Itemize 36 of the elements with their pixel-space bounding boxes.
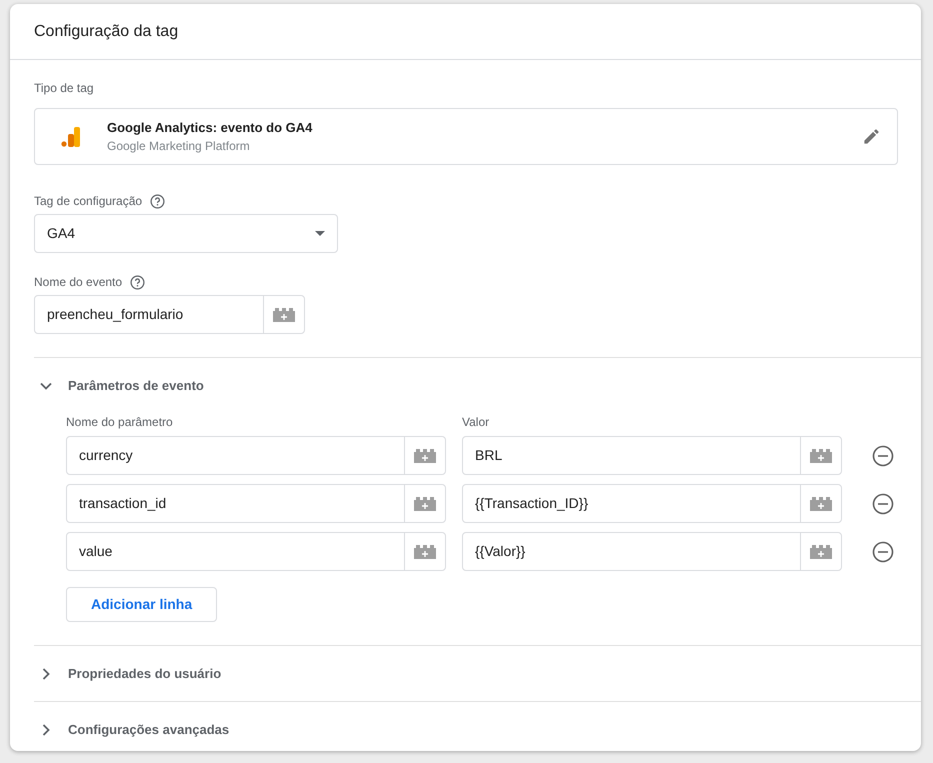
tag-vendor: Google Marketing Platform [107, 138, 251, 156]
section-header[interactable]: Parâmetros de evento [34, 358, 210, 413]
tag-type-card[interactable]: Google Analytics: evento do GA4 Google Marketing Platform [34, 108, 898, 165]
field-label: Tipo de tag [34, 80, 94, 97]
chevron-icon [40, 668, 52, 680]
parameter-name-field[interactable]: value [66, 532, 446, 571]
parameter-name-field[interactable]: transaction_id [66, 484, 446, 523]
chevron-icon [40, 724, 52, 736]
add-row-button[interactable]: Adicionar linha [66, 587, 218, 622]
variable-icon [810, 496, 832, 510]
parameter-name-field[interactable]: currency [66, 436, 446, 475]
card-title: Configuração da tag [34, 22, 178, 42]
field-label: Nome do evento [34, 274, 122, 291]
parameter-value-field[interactable]: {{Valor}} [462, 532, 842, 571]
dropdown-caret-icon [315, 231, 325, 236]
variable-icon [273, 308, 295, 322]
section-header[interactable]: Propriedades do usuário [34, 646, 228, 701]
parameter-value-field[interactable]: BRL [462, 436, 842, 475]
tag-type-name: Google Analytics: evento do GA4 [107, 118, 314, 137]
chevron-icon [40, 382, 52, 390]
help-icon[interactable] [130, 274, 146, 290]
variable-icon [414, 544, 436, 558]
variable-icon [414, 448, 436, 462]
parameter-value-field[interactable]: {{Transaction_ID}} [462, 484, 842, 523]
section-header[interactable]: Configurações avançadas [34, 702, 236, 751]
field-label: Tag de configuração [34, 193, 142, 210]
config-tag-dropdown[interactable]: GA4 [34, 214, 338, 253]
analytics-logo-icon [61, 126, 81, 146]
variable-icon [810, 448, 832, 462]
variable-icon [810, 544, 832, 558]
column-header: Valor [462, 414, 490, 431]
column-header: Nome do parâmetro [66, 414, 174, 431]
variable-icon [414, 496, 436, 510]
edit-icon[interactable] [862, 127, 881, 146]
help-icon[interactable] [150, 194, 166, 208]
event-name-field[interactable]: preencheu_formulario [34, 295, 305, 334]
